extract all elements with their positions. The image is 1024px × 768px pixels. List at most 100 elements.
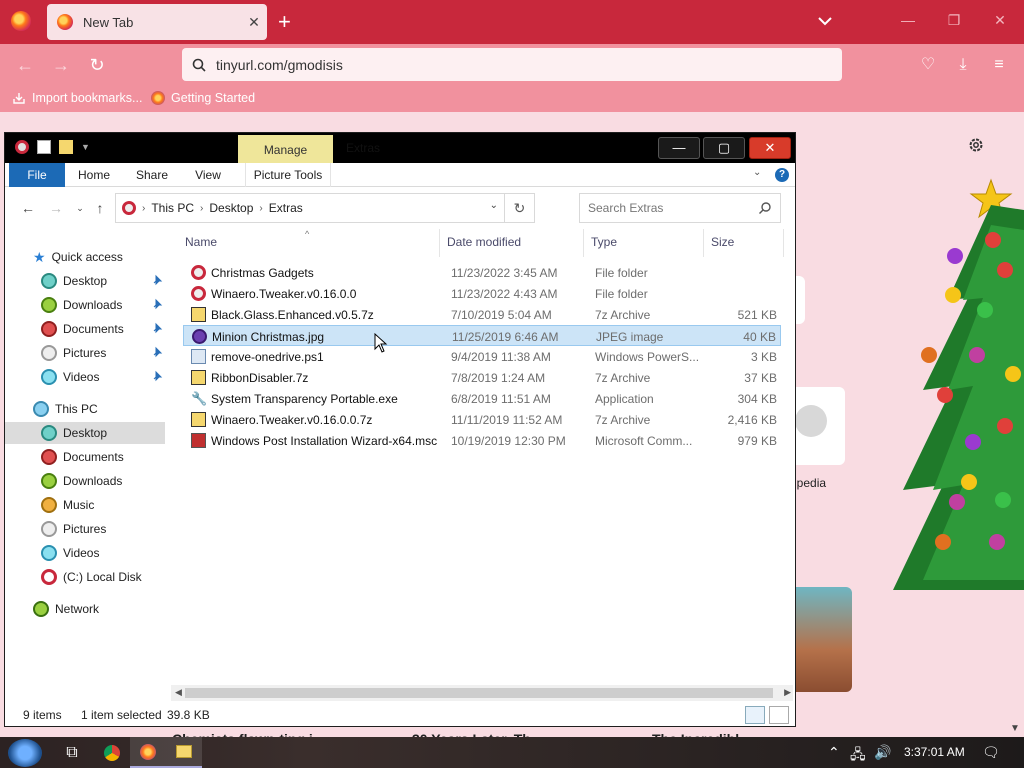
file-row[interactable]: 🔧 System Transparency Portable.exe 6/8/2… bbox=[183, 388, 781, 409]
volume-icon[interactable]: 🔊 bbox=[874, 744, 891, 761]
pin-icon[interactable] bbox=[151, 298, 163, 310]
nav-quick-downloads[interactable]: Downloads bbox=[5, 294, 165, 316]
downloads-icon[interactable]: ⤓ bbox=[952, 54, 974, 76]
up-button[interactable]: ↑ bbox=[91, 199, 109, 217]
nav-pc-pictures[interactable]: Pictures bbox=[5, 518, 165, 540]
nav-quick-documents[interactable]: Documents bbox=[5, 318, 165, 340]
column-header-name[interactable]: Name bbox=[185, 235, 217, 249]
pin-icon[interactable] bbox=[151, 370, 163, 382]
nav-pc-local-disk[interactable]: (C:) Local Disk bbox=[5, 566, 165, 588]
file-row[interactable]: Windows Post Installation Wizard-x64.msc… bbox=[183, 430, 781, 451]
scroll-down-arrow-icon[interactable]: ▼ bbox=[1010, 723, 1020, 734]
nav-this-pc[interactable]: This PC bbox=[5, 398, 165, 420]
story-card-image[interactable] bbox=[790, 587, 852, 692]
address-bar[interactable]: › This PC › Desktop › Extras ⌄ ↻ bbox=[115, 193, 535, 223]
nav-pc-desktop[interactable]: Desktop bbox=[5, 422, 165, 444]
nav-quick-access[interactable]: ★ Quick access bbox=[5, 246, 165, 268]
pin-icon[interactable] bbox=[151, 346, 163, 358]
column-divider[interactable] bbox=[703, 229, 704, 257]
list-all-tabs-icon[interactable] bbox=[816, 12, 834, 30]
nav-network[interactable]: Network bbox=[5, 598, 165, 620]
back-button[interactable]: ← bbox=[19, 199, 37, 217]
minimize-button[interactable]: — bbox=[658, 137, 700, 159]
close-browser-button[interactable]: ✕ bbox=[990, 12, 1010, 32]
gear-icon[interactable] bbox=[967, 136, 985, 154]
restore-browser-button[interactable]: ❐ bbox=[944, 12, 964, 32]
nav-quick-videos[interactable]: Videos bbox=[5, 366, 165, 388]
browser-tab-new-tab[interactable]: New Tab ✕ bbox=[47, 4, 267, 40]
nav-pc-downloads[interactable]: Downloads bbox=[5, 470, 165, 492]
breadcrumb-extras[interactable]: Extras bbox=[269, 201, 303, 215]
refresh-icon[interactable]: ↻ bbox=[504, 194, 534, 222]
pin-icon[interactable] bbox=[151, 322, 163, 334]
tab-manage[interactable]: Manage bbox=[238, 135, 333, 163]
close-button[interactable]: ✕ bbox=[749, 137, 791, 159]
new-folder-icon[interactable] bbox=[59, 140, 73, 154]
file-row[interactable]: Winaero.Tweaker.v0.16.0.0.7z 11/11/2019 … bbox=[183, 409, 781, 430]
url-bar[interactable]: tinyurl.com/gmodisis bbox=[182, 48, 842, 81]
address-dropdown-icon[interactable]: ⌄ bbox=[490, 200, 498, 211]
firefox-taskbar-icon[interactable] bbox=[130, 737, 166, 768]
scroll-left-arrow-icon[interactable]: ◀ bbox=[175, 687, 182, 698]
network-icon[interactable]: 🖧 bbox=[850, 744, 866, 768]
file-row[interactable]: Winaero.Tweaker.v0.16.0.0 11/23/2022 4:4… bbox=[183, 283, 781, 304]
column-header-date[interactable]: Date modified bbox=[447, 235, 521, 249]
back-button[interactable]: ← bbox=[14, 54, 36, 76]
nav-pc-videos[interactable]: Videos bbox=[5, 542, 165, 564]
new-tab-button[interactable]: + bbox=[278, 10, 291, 34]
show-hidden-icons-icon[interactable]: ⌃ bbox=[828, 744, 840, 761]
nav-quick-desktop[interactable]: Desktop bbox=[5, 270, 165, 292]
file-type: Microsoft Comm... bbox=[595, 434, 693, 448]
reload-button[interactable]: ↻ bbox=[86, 54, 108, 76]
pin-icon[interactable] bbox=[151, 274, 163, 286]
recent-locations-icon[interactable]: ⌄ bbox=[71, 199, 89, 217]
tab-home[interactable]: Home bbox=[73, 163, 115, 187]
file-row[interactable]: RibbonDisabler.7z 7/8/2019 1:24 AM 7z Ar… bbox=[183, 367, 781, 388]
nav-quick-pictures[interactable]: Pictures bbox=[5, 342, 165, 364]
minimize-browser-button[interactable]: — bbox=[898, 12, 918, 32]
bookmark-getting-started[interactable]: Getting Started bbox=[151, 91, 255, 105]
task-view-icon[interactable]: ⧉ bbox=[54, 737, 90, 768]
details-view-button[interactable] bbox=[745, 706, 765, 724]
nav-pc-music[interactable]: Music bbox=[5, 494, 165, 516]
clock[interactable]: 3:37:01 AM bbox=[904, 745, 965, 759]
properties-icon[interactable] bbox=[37, 140, 51, 154]
tab-file[interactable]: File bbox=[9, 163, 65, 187]
maximize-button[interactable]: ▢ bbox=[703, 137, 745, 159]
close-tab-icon[interactable]: ✕ bbox=[241, 14, 267, 31]
tab-view[interactable]: View bbox=[189, 163, 227, 187]
breadcrumb-desktop[interactable]: Desktop bbox=[209, 201, 253, 215]
scrollbar-thumb[interactable] bbox=[185, 688, 773, 698]
horizontal-scrollbar[interactable]: ◀ ▶ bbox=[171, 685, 793, 701]
pocket-icon[interactable]: ♡ bbox=[917, 54, 939, 76]
column-divider[interactable] bbox=[783, 229, 784, 257]
file-explorer-taskbar-icon[interactable] bbox=[166, 737, 202, 768]
notifications-icon[interactable]: 🗨 bbox=[982, 744, 1000, 761]
firefox-menu-icon[interactable] bbox=[11, 11, 31, 31]
bookmark-import[interactable]: Import bookmarks... bbox=[12, 91, 142, 105]
scroll-right-arrow-icon[interactable]: ▶ bbox=[784, 687, 791, 698]
tab-share[interactable]: Share bbox=[131, 163, 173, 187]
forward-button[interactable]: → bbox=[50, 54, 72, 76]
start-button[interactable] bbox=[8, 739, 42, 767]
forward-button[interactable]: → bbox=[47, 199, 65, 217]
expand-ribbon-icon[interactable]: ⌄ bbox=[753, 167, 761, 178]
file-row[interactable]: remove-onedrive.ps1 9/4/2019 11:38 AM Wi… bbox=[183, 346, 781, 367]
ornament-icon[interactable] bbox=[15, 140, 29, 154]
nav-pc-documents[interactable]: Documents bbox=[5, 446, 165, 468]
search-box[interactable]: Search Extras bbox=[579, 193, 781, 223]
column-header-type[interactable]: Type bbox=[591, 235, 617, 249]
file-row-selected[interactable]: Minion Christmas.jpg 11/25/2019 6:46 AM … bbox=[183, 325, 781, 346]
customize-toolbar-icon[interactable]: ▼ bbox=[81, 142, 90, 152]
column-header-size[interactable]: Size bbox=[711, 235, 734, 249]
chrome-icon[interactable] bbox=[94, 737, 130, 768]
column-divider[interactable] bbox=[583, 229, 584, 257]
breadcrumb-this-pc[interactable]: This PC bbox=[151, 201, 194, 215]
large-icons-view-button[interactable] bbox=[769, 706, 789, 724]
help-icon[interactable]: ? bbox=[775, 168, 789, 182]
file-row[interactable]: Christmas Gadgets 11/23/2022 3:45 AM Fil… bbox=[183, 262, 781, 283]
hamburger-menu-icon[interactable]: ≡ bbox=[988, 54, 1010, 76]
column-divider[interactable] bbox=[439, 229, 440, 257]
file-row[interactable]: Black.Glass.Enhanced.v0.5.7z 7/10/2019 5… bbox=[183, 304, 781, 325]
tab-picture-tools[interactable]: Picture Tools bbox=[245, 163, 331, 187]
